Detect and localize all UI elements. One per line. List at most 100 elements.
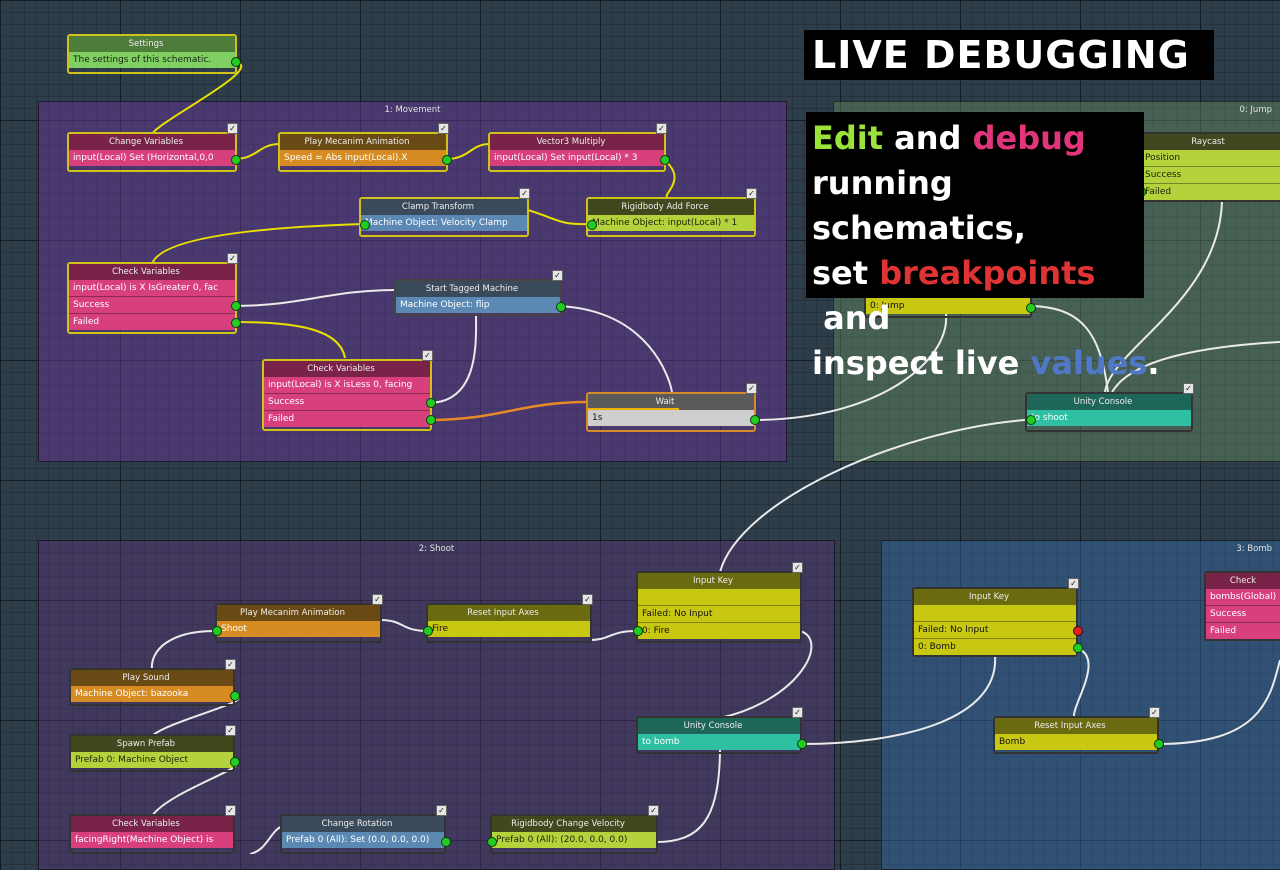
wire: [527, 209, 589, 226]
enabled-checkbox[interactable]: ✓: [225, 805, 236, 816]
wire: [557, 305, 673, 393]
wire: [800, 654, 997, 745]
enabled-checkbox[interactable]: ✓: [1068, 578, 1079, 589]
wire: [233, 143, 281, 160]
input-port[interactable]: [212, 626, 222, 636]
enabled-checkbox[interactable]: ✓: [225, 659, 236, 670]
node-check-bombs[interactable]: Check bombs(Global) Success Failed: [1204, 571, 1280, 641]
node-row: bombs(Global): [1206, 589, 1280, 605]
node-rigidbody-change-velocity[interactable]: ✓ Rigidbody Change Velocity Prefab 0 (Al…: [487, 805, 659, 854]
node-rigidbody-add-force[interactable]: ✓ Rigidbody Add Force Machine Object: in…: [586, 188, 757, 237]
node-raycast[interactable]: Raycast Position Success Failed: [1136, 132, 1280, 202]
enabled-checkbox[interactable]: ✓: [422, 350, 433, 361]
node-play-mecanim-animation[interactable]: ✓ Play Mecanim Animation Speed = Abs inp…: [278, 123, 452, 172]
node-row: Machine Object: flip: [396, 297, 560, 313]
node-clamp-transform[interactable]: ✓ Clamp Transform Machine Object: Veloci…: [359, 188, 530, 237]
output-port[interactable]: [441, 837, 451, 847]
wire: [233, 289, 396, 307]
node-settings[interactable]: Settings The settings of this schematic.: [67, 34, 241, 74]
node-input-key-fire[interactable]: ✓ Input Key Failed: No Input 0: Fire: [633, 562, 803, 643]
input-port[interactable]: [587, 220, 597, 230]
node-play-mecanim-shoot[interactable]: ✓ Play Mecanim Animation Shoot: [212, 594, 383, 643]
node-start-tagged-machine[interactable]: ✓ Start Tagged Machine Machine Object: f…: [394, 270, 566, 316]
enabled-checkbox[interactable]: ✓: [436, 805, 447, 816]
failed-row: Failed: [69, 313, 235, 330]
node-input-key-bomb[interactable]: ✓ Input Key Failed: No Input 0: Bomb: [912, 578, 1083, 657]
node-row: Position: [1141, 150, 1280, 166]
enabled-checkbox[interactable]: ✓: [552, 270, 563, 281]
output-port[interactable]: [231, 57, 241, 67]
caption-word-debug: debug: [972, 119, 1086, 157]
node-spawn-prefab[interactable]: ✓ Spawn Prefab Prefab 0: Machine Object: [69, 725, 240, 772]
node-change-rotation[interactable]: ✓ Change Rotation Prefab 0 (All): Set (0…: [280, 805, 451, 854]
enabled-checkbox[interactable]: ✓: [372, 594, 383, 605]
node-title: Change Rotation: [282, 816, 444, 832]
node-wait[interactable]: ✓ Wait 1s: [586, 383, 760, 432]
node-reset-input-axes-fire[interactable]: ✓ Reset Input Axes Fire: [423, 594, 593, 643]
node-play-sound[interactable]: ✓ Play Sound Machine Object: bazooka: [69, 659, 240, 706]
enabled-checkbox[interactable]: ✓: [519, 188, 530, 199]
enabled-checkbox[interactable]: ✓: [648, 805, 659, 816]
input-port[interactable]: [487, 837, 497, 847]
output-port[interactable]: [1154, 739, 1164, 749]
live-debugging-title: LIVE DEBUGGING: [804, 30, 1214, 80]
success-port[interactable]: [231, 301, 241, 311]
caption-line: inspect live values.: [812, 341, 1160, 386]
input-port[interactable]: [423, 626, 433, 636]
enabled-checkbox[interactable]: ✓: [656, 123, 667, 134]
enabled-checkbox[interactable]: ✓: [582, 594, 593, 605]
node-reset-input-axes-bomb[interactable]: ✓ Reset Input Axes Bomb: [993, 707, 1164, 754]
node-check-variables-greater[interactable]: ✓ Check Variables input(Local) is X IsGr…: [67, 253, 241, 334]
output-port[interactable]: [660, 155, 670, 165]
node-row: Machine Object: bazooka: [71, 686, 233, 702]
node-title: Play Mecanim Animation: [280, 134, 446, 150]
node-row: [638, 589, 800, 605]
node-unity-console-bomb[interactable]: ✓ Unity Console to bomb: [636, 707, 807, 754]
output-port[interactable]: [231, 155, 241, 165]
enabled-checkbox[interactable]: ✓: [227, 123, 238, 134]
node-title: Play Mecanim Animation: [217, 605, 380, 621]
node-vector3-multiply[interactable]: ✓ Vector3 Multiply input(Local) Set inpu…: [488, 123, 670, 172]
caption-text: and: [812, 299, 891, 337]
wire: [151, 223, 363, 265]
input-port[interactable]: [633, 626, 643, 636]
enabled-checkbox[interactable]: ✓: [1149, 707, 1160, 718]
enabled-checkbox[interactable]: ✓: [746, 188, 757, 199]
output-port[interactable]: [797, 739, 807, 749]
key-row: 0: Bomb: [914, 638, 1076, 655]
wire: [719, 630, 813, 719]
node-row: input(Local) is X isLess 0, facing: [264, 377, 430, 393]
active-wire: [427, 400, 589, 422]
enabled-checkbox[interactable]: ✓: [746, 383, 757, 394]
input-port[interactable]: [360, 220, 370, 230]
output-port[interactable]: [1073, 643, 1083, 653]
node-row: 1s: [588, 410, 754, 426]
failed-port[interactable]: [426, 415, 436, 425]
node-row: Prefab 0 (All): (20.0, 0.0, 0.0): [492, 832, 656, 848]
node-title: Clamp Transform: [361, 199, 527, 215]
node-row: facingRight(Machine Object) is: [71, 832, 233, 848]
enabled-checkbox[interactable]: ✓: [225, 725, 236, 736]
node-change-variables[interactable]: ✓ Change Variables input(Local) Set (Hor…: [67, 123, 241, 172]
output-port[interactable]: [750, 415, 760, 425]
node-check-variables-less[interactable]: ✓ Check Variables input(Local) is X isLe…: [262, 350, 436, 431]
node-check-variables-facing[interactable]: ✓ Check Variables facingRight(Machine Ob…: [69, 805, 236, 854]
enabled-checkbox[interactable]: ✓: [438, 123, 449, 134]
output-port[interactable]: [556, 302, 566, 312]
node-title: Play Sound: [71, 670, 233, 686]
enabled-checkbox[interactable]: ✓: [792, 707, 803, 718]
enabled-checkbox[interactable]: ✓: [227, 253, 238, 264]
input-port[interactable]: [1026, 415, 1036, 425]
enabled-checkbox[interactable]: ✓: [1183, 383, 1194, 394]
node-title: Reset Input Axes: [428, 605, 590, 621]
output-port[interactable]: [230, 691, 240, 701]
enabled-checkbox[interactable]: ✓: [792, 562, 803, 573]
success-port[interactable]: [426, 398, 436, 408]
node-unity-console-shoot[interactable]: ✓ Unity Console to shoot: [1025, 383, 1194, 432]
breakpoint-port[interactable]: [1073, 626, 1083, 636]
output-port[interactable]: [230, 757, 240, 767]
node-title: Rigidbody Add Force: [588, 199, 754, 215]
node-row: to bomb: [638, 734, 800, 750]
output-port[interactable]: [442, 155, 452, 165]
failed-port[interactable]: [231, 318, 241, 328]
